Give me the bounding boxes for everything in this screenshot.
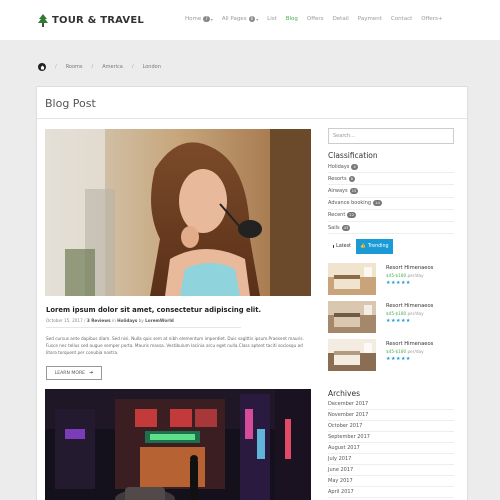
classification-item[interactable]: Holidays 4 bbox=[328, 161, 454, 174]
archive-item[interactable]: November 2017 bbox=[328, 410, 454, 421]
count-badge: 4 bbox=[351, 163, 358, 170]
post-reviews[interactable]: 3 Reviews bbox=[87, 318, 111, 323]
archives-list: December 2017 November 2017 October 2017 Se… bbox=[328, 399, 454, 498]
archive-item[interactable]: June 2017 bbox=[328, 465, 454, 476]
nav-item[interactable]: All Pages 6 ▾ bbox=[222, 16, 258, 22]
related-item[interactable]: Resort Himenaeos $45-$180 per/day ★★★★★ bbox=[328, 339, 458, 377]
classification-label: Resorts bbox=[328, 175, 347, 182]
post-date: October 15, 2017 bbox=[46, 318, 83, 323]
breadcrumb-item[interactable]: London bbox=[143, 64, 161, 70]
nav-item[interactable]: Offers bbox=[307, 16, 324, 22]
classification-label: Holidays bbox=[328, 163, 350, 170]
related-name[interactable]: Resort Himenaeos bbox=[386, 265, 433, 271]
classification-label: Airways bbox=[328, 187, 348, 194]
chevron-down-icon: ▾ bbox=[210, 16, 213, 22]
related-name[interactable]: Resort Himenaeos bbox=[386, 303, 433, 309]
tabs: Latest 👍 Trending bbox=[328, 239, 393, 254]
archive-item[interactable]: December 2017 bbox=[328, 399, 454, 410]
classification-item[interactable]: Recent 22 bbox=[328, 210, 454, 222]
nav-item-label: Payment bbox=[357, 16, 382, 22]
post-excerpt: Sed cursus ante dapibus diam. Sed nisi. … bbox=[46, 336, 304, 356]
related-name[interactable]: Resort Himenaeos bbox=[386, 341, 433, 347]
related-item[interactable]: Resort Himenaeos $45-$180 per/day ★★★★★ bbox=[328, 301, 458, 339]
archive-item[interactable]: October 2017 bbox=[328, 421, 454, 432]
classification-label: Sails bbox=[328, 224, 340, 231]
logo-text: TOUR & TRAVEL bbox=[52, 15, 144, 26]
classification-item[interactable]: Sails 43 bbox=[328, 222, 454, 235]
count-badge: 8 bbox=[348, 175, 356, 182]
archives-heading: Archives bbox=[328, 389, 360, 398]
related-price: $45-$180 per/day bbox=[386, 273, 424, 278]
logo[interactable]: TOUR & TRAVEL bbox=[38, 14, 144, 27]
related-item[interactable]: Resort Himenaeos $45-$180 per/day ★★★★★ bbox=[328, 263, 458, 301]
nav-item-label: Offers bbox=[306, 16, 324, 22]
main-nav: Home 7 ▾ All Pages 6 ▾ List Blog Offers Detail Pay… bbox=[185, 16, 452, 22]
chevron-down-icon: ▾ bbox=[256, 16, 259, 22]
tab-trending[interactable]: 👍 Trending bbox=[356, 239, 393, 254]
page-title: Blog Post bbox=[45, 97, 96, 110]
breadcrumb-item[interactable]: Rooms bbox=[66, 64, 83, 70]
nav-item-label: Detail bbox=[332, 16, 349, 22]
nav-item-label: Home bbox=[185, 16, 202, 22]
divider bbox=[46, 327, 241, 328]
nav-item-label: List bbox=[267, 16, 277, 22]
room-thumbnail[interactable] bbox=[328, 263, 376, 295]
room-thumbnail[interactable] bbox=[328, 301, 376, 333]
archive-item[interactable]: April 2017 bbox=[328, 487, 454, 498]
post-title[interactable]: Lorem ipsum dolor sit amet, consectetur … bbox=[46, 306, 261, 314]
nav-item[interactable]: Home 7 ▾ bbox=[185, 16, 213, 22]
count-badge: 43 bbox=[341, 224, 351, 231]
nav-item[interactable]: Contact bbox=[391, 16, 412, 22]
arrow-right-icon: ➔ bbox=[89, 370, 94, 376]
nav-item[interactable]: Detail bbox=[333, 16, 349, 22]
classification-label: Recent bbox=[328, 212, 346, 219]
breadcrumb: / Rooms / America / London bbox=[38, 63, 161, 71]
nav-badge: 7 bbox=[203, 16, 210, 22]
home-icon[interactable] bbox=[38, 63, 46, 71]
archive-item[interactable]: May 2017 bbox=[328, 476, 454, 487]
post-image[interactable] bbox=[45, 129, 311, 296]
post-image[interactable] bbox=[45, 389, 311, 500]
nav-item[interactable]: Payment bbox=[358, 16, 382, 22]
post-author[interactable]: LoremWorld bbox=[145, 318, 174, 323]
classification-item[interactable]: Airways 15 bbox=[328, 185, 454, 198]
archive-item[interactable]: July 2017 bbox=[328, 454, 454, 465]
count-badge: 15 bbox=[349, 187, 359, 194]
post-meta: October 15, 2017 / 3 Reviews in Holidays… bbox=[46, 318, 174, 323]
nav-item-label: All Pages bbox=[221, 16, 247, 22]
star-rating: ★★★★★ bbox=[386, 318, 411, 324]
count-badge: 22 bbox=[347, 212, 357, 219]
room-thumbnail[interactable] bbox=[328, 339, 376, 371]
content-card: Blog Post Lorem ipsum dolor sit amet, co… bbox=[36, 86, 468, 500]
learn-more-button[interactable]: LEARN MORE ➔ bbox=[46, 366, 102, 380]
count-badge: 14 bbox=[373, 200, 382, 207]
archive-item[interactable]: September 2017 bbox=[328, 432, 454, 443]
top-navbar: TOUR & TRAVEL Home 7 ▾ All Pages 6 ▾ List Blog O… bbox=[0, 0, 500, 40]
star-rating: ★★★★★ bbox=[386, 356, 411, 362]
classification-heading: Classification bbox=[328, 151, 378, 160]
nav-badge: 6 bbox=[248, 16, 256, 22]
classification-item[interactable]: Resorts 8 bbox=[328, 173, 454, 186]
divider bbox=[37, 118, 467, 119]
classification-item[interactable]: Advance booking 14 bbox=[328, 198, 454, 210]
nav-item-label: Contact bbox=[390, 16, 413, 22]
related-price: $45-$180 per/day bbox=[386, 349, 424, 354]
archive-item[interactable]: August 2017 bbox=[328, 443, 454, 454]
classification-label: Advance booking bbox=[328, 200, 372, 207]
nav-item[interactable]: Offers+ bbox=[421, 16, 442, 22]
star-rating: ★★★★★ bbox=[386, 280, 411, 286]
classification-list: Holidays 4 Resorts 8 Airways 15 Advance bookin… bbox=[328, 161, 454, 235]
related-list: Resort Himenaeos $45-$180 per/day ★★★★★ Res… bbox=[328, 263, 458, 377]
post-category[interactable]: Holidays bbox=[117, 318, 137, 323]
thumbs-up-icon: 👍 bbox=[360, 244, 367, 249]
nav-item-label: Blog bbox=[285, 16, 298, 22]
breadcrumb-item[interactable]: America bbox=[102, 64, 123, 70]
related-price: $45-$180 per/day bbox=[386, 311, 424, 316]
nav-item[interactable]: Blog bbox=[286, 16, 298, 22]
tab-latest[interactable]: Latest bbox=[328, 239, 356, 254]
nav-item-label: Offers+ bbox=[421, 16, 443, 22]
tree-icon bbox=[38, 14, 48, 27]
search-input[interactable]: Search... bbox=[328, 128, 454, 144]
nav-item[interactable]: List bbox=[267, 16, 277, 22]
